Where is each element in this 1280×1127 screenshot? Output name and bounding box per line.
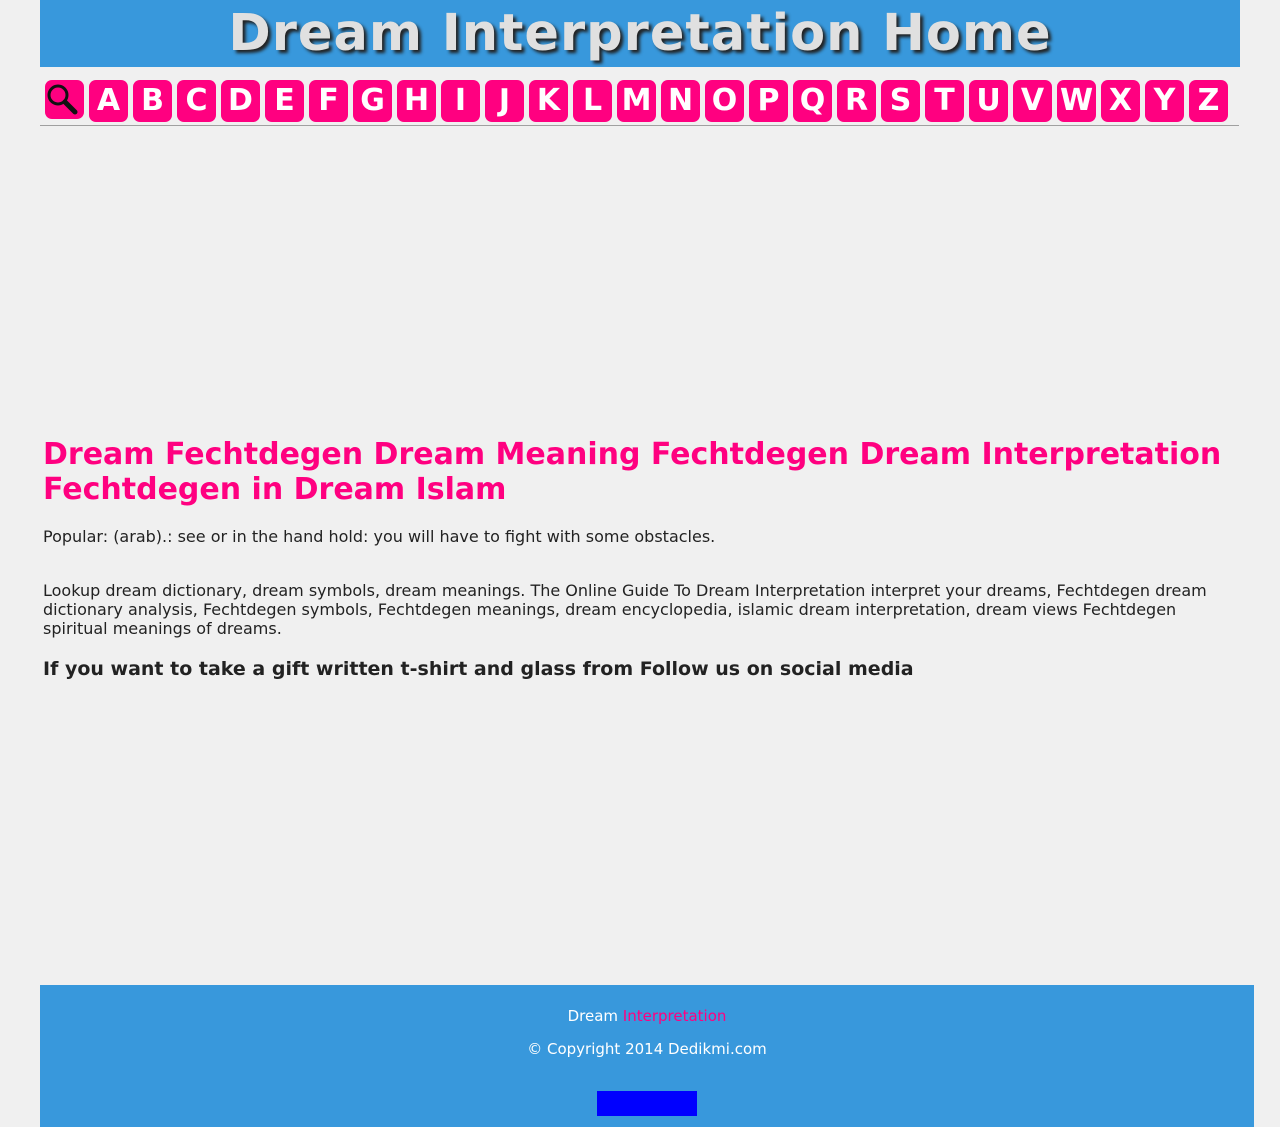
gift-heading: If you want to take a gift written t-shi… — [43, 658, 914, 680]
letter-button-r[interactable]: R — [837, 80, 876, 122]
home-link[interactable]: Dream Interpretation Home — [228, 4, 1051, 64]
alphabet-nav: ABCDEFGHIJKLMNOPQRSTUVWXYZ — [40, 78, 1240, 124]
footer-brand: Dream Interpretation — [40, 1006, 1254, 1026]
popular-meaning: Popular: (arab).: see or in the hand hol… — [43, 527, 716, 546]
letter-button-h[interactable]: H — [397, 80, 436, 122]
letter-button-w[interactable]: W — [1057, 80, 1096, 122]
letter-button-y[interactable]: Y — [1145, 80, 1184, 122]
footer-brand-prefix: Dream — [567, 1007, 619, 1025]
letter-button-u[interactable]: U — [969, 80, 1008, 122]
letter-button-c[interactable]: C — [177, 80, 216, 122]
footer-copyright: © Copyright 2014 Dedikmi.com — [527, 1040, 767, 1058]
letter-button-d[interactable]: D — [221, 80, 260, 122]
letter-button-e[interactable]: E — [265, 80, 304, 122]
site-header: Dream Interpretation Home — [40, 0, 1240, 67]
letter-button-m[interactable]: M — [617, 80, 656, 122]
letter-button-n[interactable]: N — [661, 80, 700, 122]
letter-button-b[interactable]: B — [133, 80, 172, 122]
letter-button-q[interactable]: Q — [793, 80, 832, 122]
main-content: Dream Fechtdegen Dream Meaning Fechtdege… — [43, 437, 1233, 681]
letter-button-a[interactable]: A — [89, 80, 128, 122]
nav-divider — [40, 125, 1239, 126]
footer-blue-block — [597, 1091, 697, 1116]
letter-button-p[interactable]: P — [749, 80, 788, 122]
letter-button-x[interactable]: X — [1101, 80, 1140, 122]
letter-button-v[interactable]: V — [1013, 80, 1052, 122]
letter-button-i[interactable]: I — [441, 80, 480, 122]
letter-button-k[interactable]: K — [529, 80, 568, 122]
letter-button-z[interactable]: Z — [1189, 80, 1228, 122]
letter-button-s[interactable]: S — [881, 80, 920, 122]
letter-button-f[interactable]: F — [309, 80, 348, 122]
site-footer: Dream Interpretation © Copyright 2014 De… — [40, 985, 1254, 1127]
letter-button-o[interactable]: O — [705, 80, 744, 122]
letter-button-j[interactable]: J — [485, 80, 524, 122]
footer-brand-link[interactable]: Interpretation — [623, 1007, 727, 1025]
search-button[interactable] — [45, 80, 84, 119]
letter-button-l[interactable]: L — [573, 80, 612, 122]
lookup-description: Lookup dream dictionary, dream symbols, … — [43, 581, 1207, 638]
page-title: Dream Fechtdegen Dream Meaning Fechtdege… — [43, 437, 1222, 507]
magnifier-icon — [47, 84, 78, 115]
letter-button-g[interactable]: G — [353, 80, 392, 122]
letter-button-t[interactable]: T — [925, 80, 964, 122]
